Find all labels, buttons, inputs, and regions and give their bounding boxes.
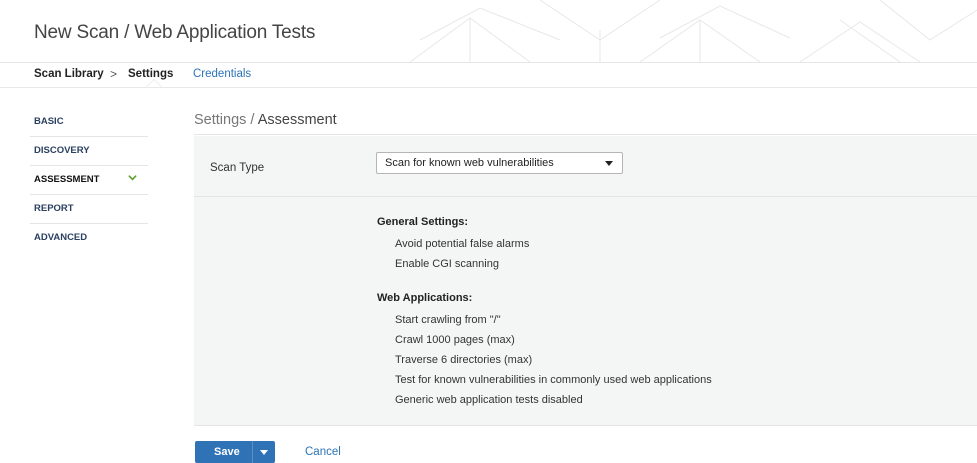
section-title-current: Assessment xyxy=(257,112,337,128)
sidebar-item-report[interactable]: REPORT xyxy=(30,195,148,224)
cancel-link[interactable]: Cancel xyxy=(305,446,341,458)
web-app-setting-item: Traverse 6 directories (max) xyxy=(395,354,533,366)
web-app-setting-item: Crawl 1000 pages (max) xyxy=(395,334,515,346)
page-header: New Scan / Web Application Tests xyxy=(0,0,977,63)
general-setting-item: Enable CGI scanning xyxy=(395,258,499,270)
settings-sidebar: BASIC DISCOVERY ASSESSMENT REPORT ADVANC… xyxy=(30,108,148,252)
sidebar-item-basic[interactable]: BASIC xyxy=(30,108,148,137)
sidebar-item-assessment[interactable]: ASSESSMENT xyxy=(30,166,148,195)
sub-navigation: Scan Library > Settings Credentials xyxy=(0,62,977,88)
sidebar-item-label: DISCOVERY xyxy=(34,145,90,156)
sidebar-item-discovery[interactable]: DISCOVERY xyxy=(30,137,148,166)
breadcrumb-separator: > xyxy=(110,67,118,81)
scan-type-label: Scan Type xyxy=(210,162,265,174)
active-tab-indicator xyxy=(146,79,162,87)
page-title: New Scan / Web Application Tests xyxy=(34,22,316,43)
breadcrumb-scan-library[interactable]: Scan Library xyxy=(34,68,104,80)
credentials-link[interactable]: Credentials xyxy=(193,68,251,80)
dropdown-arrow-icon xyxy=(605,161,613,166)
sidebar-item-label: REPORT xyxy=(34,203,74,214)
save-button[interactable]: Save xyxy=(214,446,240,458)
sidebar-item-label: BASIC xyxy=(34,116,64,127)
caret-down-icon xyxy=(260,450,268,455)
section-title-separator: / xyxy=(246,112,258,128)
web-app-setting-item: Test for known vulnerabilities in common… xyxy=(395,374,712,386)
scan-type-value: Scan for known web vulnerabilities xyxy=(385,157,554,169)
web-app-setting-item: Generic web application tests disabled xyxy=(395,394,583,406)
save-button-group: Save xyxy=(195,441,275,463)
settings-summary-panel: General Settings: Avoid potential false … xyxy=(194,197,977,426)
check-icon xyxy=(128,173,137,185)
scan-type-select[interactable]: Scan for known web vulnerabilities xyxy=(376,152,623,174)
scan-type-row: Scan Type Scan for known web vulnerabili… xyxy=(194,136,977,197)
section-title: Settings / Assessment xyxy=(194,112,337,128)
general-setting-item: Avoid potential false alarms xyxy=(395,238,530,250)
divider xyxy=(194,134,977,135)
save-options-button[interactable] xyxy=(253,441,275,463)
sidebar-item-label: ASSESSMENT xyxy=(34,174,100,185)
section-title-parent: Settings xyxy=(194,112,247,128)
sidebar-item-advanced[interactable]: ADVANCED xyxy=(30,224,148,252)
web-applications-header: Web Applications: xyxy=(377,292,473,304)
sidebar-item-label: ADVANCED xyxy=(34,232,88,243)
general-settings-header: General Settings: xyxy=(377,216,469,228)
web-app-setting-item: Start crawling from "/" xyxy=(395,314,501,326)
